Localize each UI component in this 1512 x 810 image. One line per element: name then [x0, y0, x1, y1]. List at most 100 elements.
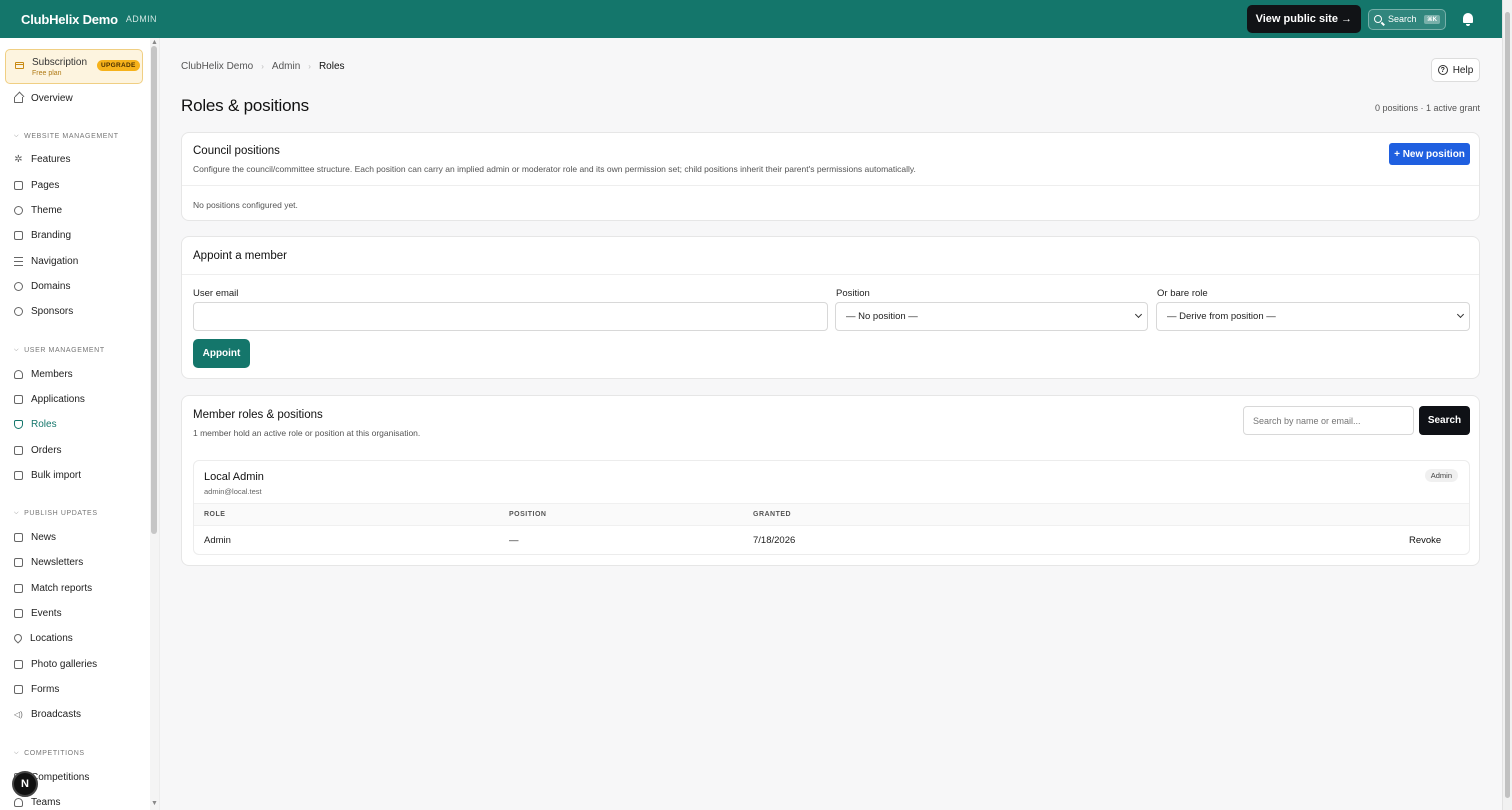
breadcrumb-item[interactable]: Admin: [272, 61, 300, 72]
sidebar-item-label: Features: [31, 153, 71, 165]
help-button[interactable]: ? Help: [1431, 58, 1480, 82]
help-label: Help: [1452, 64, 1474, 76]
chevron-right-icon: ›: [308, 62, 311, 71]
table-header: ROLE POSITION GRANTED: [194, 503, 1469, 526]
sidebar-item-label: Sponsors: [31, 305, 74, 317]
appoint-member-card: Appoint a member User email Position — N…: [181, 236, 1480, 379]
sidebar-item-label: Photo galleries: [31, 658, 98, 670]
images-icon: [14, 659, 23, 669]
scroll-down-icon[interactable]: ▼: [151, 800, 158, 807]
sidebar-item-locations[interactable]: Locations: [12, 630, 73, 646]
role-label: Or bare role: [1157, 288, 1208, 299]
broadcast-icon: ◁): [14, 709, 23, 719]
breadcrumb: ClubHelix Demo › Admin › Roles: [181, 61, 345, 72]
home-icon: [14, 96, 23, 103]
sidebar-item-label: Domains: [31, 280, 71, 292]
sidebar-item-theme[interactable]: Theme: [14, 202, 62, 218]
sidebar-item-roles[interactable]: Roles: [14, 416, 57, 432]
subscription-title: Subscription: [32, 57, 88, 68]
member-search-button[interactable]: Search: [1419, 406, 1470, 435]
sidebar-item-pages[interactable]: Pages: [14, 177, 59, 193]
sidebar-item-newsletters[interactable]: Newsletters: [14, 554, 83, 570]
divider: [182, 274, 1479, 275]
users-icon: [14, 369, 23, 379]
card-description: 1 member hold an active role or position…: [193, 428, 421, 438]
brand-name[interactable]: ClubHelix Demo: [21, 12, 118, 27]
revoke-button[interactable]: Revoke: [1409, 535, 1441, 546]
role-select[interactable]: — Derive from position —: [1156, 302, 1470, 331]
chevron-down-icon: ⌵: [14, 133, 20, 139]
member-entry: Local Admin admin@local.test Admin ROLE …: [193, 460, 1470, 555]
sidebar-item-label: Pages: [31, 179, 60, 191]
sidebar-item-members[interactable]: Members: [14, 366, 73, 382]
avatar[interactable]: N: [12, 771, 38, 797]
member-email: admin@local.test: [204, 487, 262, 496]
sidebar-item-label: News: [31, 531, 57, 543]
palette-icon: [14, 205, 23, 215]
sidebar-item-events[interactable]: Events: [14, 605, 62, 621]
sidebar-item-match-reports[interactable]: Match reports: [14, 580, 92, 596]
column-header-position: POSITION: [509, 511, 547, 518]
chevron-down-icon: [1456, 310, 1465, 319]
sidebar-item-forms[interactable]: Forms: [14, 681, 59, 697]
sidebar-item-label: Navigation: [31, 255, 79, 267]
bell-icon[interactable]: [1462, 12, 1474, 26]
cell-position: —: [509, 535, 519, 546]
council-positions-card: Council positions Configure the council/…: [181, 132, 1480, 221]
sidebar-item-sponsors[interactable]: Sponsors: [14, 303, 73, 319]
scroll-up-icon[interactable]: ▲: [151, 39, 158, 46]
sidebar-item-overview[interactable]: Overview: [14, 90, 73, 106]
inbox-icon: [14, 394, 23, 404]
shield-icon: [14, 419, 23, 429]
new-position-button[interactable]: + New position: [1389, 143, 1470, 165]
chevron-down-icon: [1134, 310, 1143, 319]
search-label: Search: [1388, 14, 1417, 24]
sidebar-item-domains[interactable]: Domains: [14, 278, 70, 294]
sidebar-item-navigation[interactable]: Navigation: [14, 253, 78, 269]
sidebar-item-broadcasts[interactable]: ◁) Broadcasts: [14, 706, 81, 722]
column-header-granted: GRANTED: [753, 511, 792, 518]
newsletter-icon: [14, 557, 23, 567]
section-website-management[interactable]: ⌵ WEBSITE MANAGEMENT: [14, 133, 119, 140]
sidebar: Subscription Free plan UPGRADE Overview …: [0, 38, 160, 810]
sidebar-item-label: Forms: [31, 683, 60, 695]
sidebar-item-branding[interactable]: Branding: [14, 227, 71, 243]
chevron-down-icon: ⌵: [14, 750, 20, 756]
upload-icon: [14, 470, 23, 480]
subscription-card[interactable]: Subscription Free plan UPGRADE: [5, 49, 143, 84]
column-header-role: ROLE: [204, 511, 226, 518]
position-select[interactable]: — No position —: [835, 302, 1148, 331]
breadcrumb-item[interactable]: ClubHelix Demo: [181, 61, 253, 72]
sidebar-item-label: Theme: [31, 204, 63, 216]
divider: [182, 185, 1479, 186]
cell-role: Admin: [204, 535, 231, 546]
sidebar-item-label: Newsletters: [31, 556, 84, 568]
form-icon: [14, 684, 23, 694]
subscription-plan: Free plan: [32, 70, 62, 77]
global-search-button[interactable]: Search ⌘K: [1368, 8, 1446, 30]
sidebar-item-features[interactable]: ✲ Features: [14, 151, 70, 167]
section-user-management[interactable]: ⌵ USER MANAGEMENT: [14, 347, 105, 354]
package-icon: [14, 445, 23, 455]
page-scrollbar[interactable]: [1502, 0, 1512, 810]
sidebar-item-news[interactable]: News: [14, 529, 56, 545]
sidebar-item-label: Orders: [31, 444, 62, 456]
section-competitions[interactable]: ⌵ COMPETITIONS: [14, 750, 85, 757]
member-search-input[interactable]: [1243, 406, 1414, 435]
page-title: Roles & positions: [181, 96, 309, 115]
sidebar-item-photo-galleries[interactable]: Photo galleries: [14, 656, 97, 672]
empty-state: No positions configured yet.: [193, 200, 298, 210]
view-public-site-button[interactable]: View public site →: [1246, 5, 1361, 33]
sidebar-item-applications[interactable]: Applications: [14, 391, 85, 407]
globe-icon: [14, 281, 23, 291]
appoint-button[interactable]: Appoint: [193, 339, 250, 368]
section-publish-updates[interactable]: ⌵ PUBLISH UPDATES: [14, 510, 98, 517]
chevron-down-icon: ⌵: [14, 510, 20, 516]
member-roles-card: Member roles & positions 1 member hold a…: [181, 395, 1480, 566]
sidebar-item-orders[interactable]: Orders: [14, 442, 62, 458]
email-field[interactable]: [193, 302, 828, 331]
sidebar-scrollbar[interactable]: [150, 38, 159, 810]
sparkle-icon: ✲: [14, 153, 23, 165]
upgrade-badge[interactable]: UPGRADE: [97, 60, 140, 71]
sidebar-item-bulk-import[interactable]: Bulk import: [14, 467, 81, 483]
